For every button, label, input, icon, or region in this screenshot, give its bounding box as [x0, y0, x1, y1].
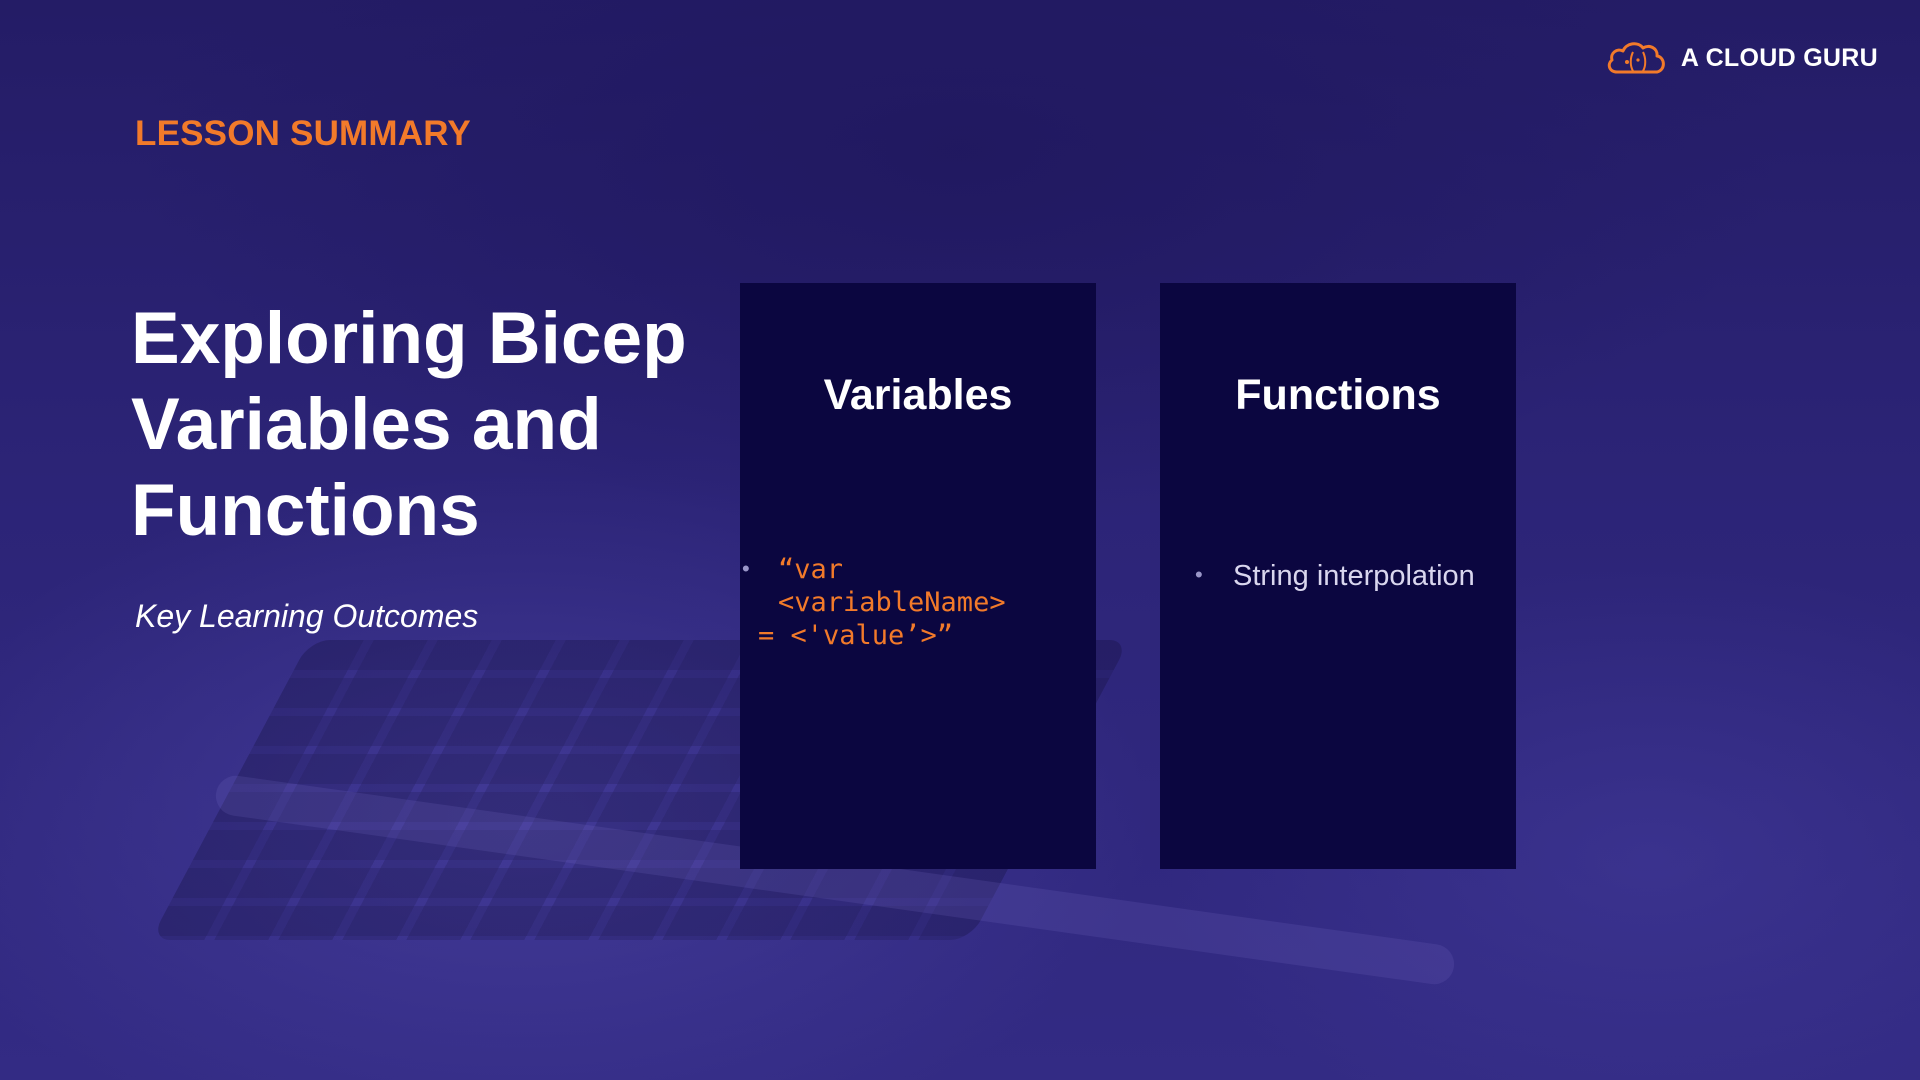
list-item: • String interpolation [1160, 559, 1516, 593]
card-title: Variables [823, 371, 1013, 419]
slide-subtitle: Key Learning Outcomes [135, 598, 479, 634]
slide-title: Exploring Bicep Variables and Functions [131, 296, 731, 554]
variables-card: Variables • “var <variableName> = <'valu… [740, 283, 1096, 869]
slide-title-line: Functions [131, 470, 480, 551]
bullet-icon: • [1195, 562, 1203, 587]
list-item: • “var <variableName> = <'value’>” [740, 553, 1096, 652]
card-list: • “var <variableName> = <'value’>” [740, 553, 1096, 652]
slide-title-line: Exploring Bicep [131, 298, 687, 379]
brand-name: A CLOUD GURU [1680, 43, 1878, 72]
card-title: Functions [1235, 371, 1441, 419]
slide-title-line: Variables and [131, 384, 602, 465]
code-line: = <'value’>” [758, 620, 954, 651]
lesson-summary-label: LESSON SUMMARY [135, 114, 471, 153]
code-line: “var <variableName> [778, 554, 1006, 618]
brand-logo: A CLOUD GURU [1605, 38, 1878, 78]
bullet-icon: • [742, 556, 750, 581]
card-list: • String interpolation [1160, 553, 1516, 592]
code-snippet: “var <variableName> = <'value’>” [758, 553, 1086, 652]
cloud-logo-icon [1605, 38, 1669, 78]
functions-card: Functions • String interpolation [1160, 283, 1516, 869]
list-item-text: String interpolation [1233, 560, 1475, 592]
